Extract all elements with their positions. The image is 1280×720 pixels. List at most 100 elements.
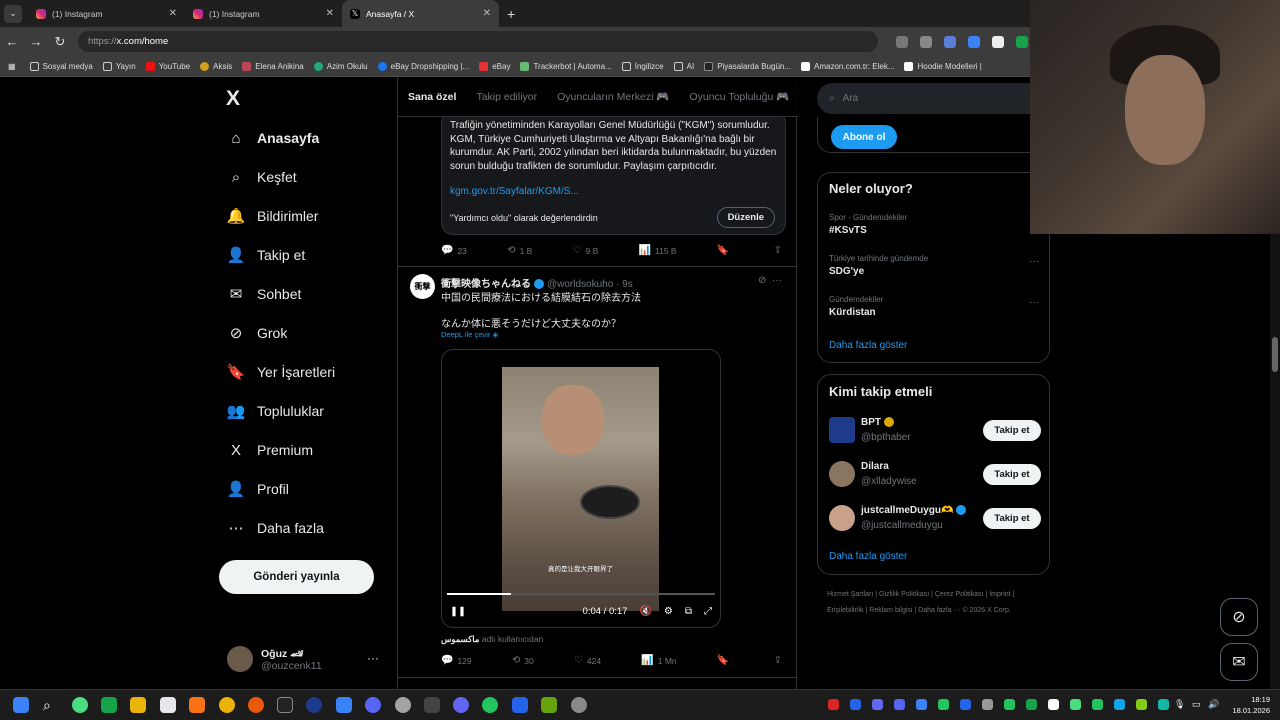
bookmark-item[interactable]: eBay Dropshipping |...	[377, 61, 469, 71]
trend-item[interactable]: Gündemdekiler Kürdistan ···	[829, 295, 1039, 318]
trend-item[interactable]: Türkiye tarihinde gündemde SDG'ye ···	[829, 254, 1039, 277]
bookmark-button[interactable]: 🔖	[717, 245, 733, 256]
close-icon[interactable]: ✕	[326, 8, 334, 19]
follow-button[interactable]: Takip et	[983, 508, 1041, 529]
install-icon[interactable]	[896, 35, 908, 48]
tray-icon[interactable]	[872, 699, 883, 710]
bookmark-button[interactable]: 🔖	[717, 655, 733, 666]
app-icon[interactable]	[541, 697, 557, 713]
video-progress[interactable]	[447, 593, 715, 595]
share-button[interactable]: ⇪	[774, 655, 786, 666]
more-icon[interactable]: ···	[1029, 256, 1039, 267]
app-icon[interactable]	[571, 697, 587, 713]
trends-show-more-link[interactable]: Daha fazla göster	[829, 340, 907, 351]
search-icon[interactable]: ⌕	[43, 697, 59, 713]
tray-icon[interactable]	[1158, 699, 1169, 710]
share-button[interactable]: ⇪	[774, 245, 786, 256]
tray-icon[interactable]	[960, 699, 971, 710]
more-icon[interactable]: ···	[1029, 297, 1039, 308]
reply-button[interactable]: 💬 23	[441, 245, 467, 256]
steam-icon[interactable]	[306, 697, 322, 713]
messages-float-button[interactable]: ✉	[1220, 643, 1258, 681]
app-icon[interactable]	[395, 697, 411, 713]
epic-games-icon[interactable]	[277, 697, 293, 713]
repost-button[interactable]: ⟲ 30	[512, 655, 534, 666]
more-icon[interactable]: ···	[772, 275, 782, 286]
microphone-icon[interactable]: 🎙	[1174, 699, 1185, 710]
bookmark-item[interactable]: Azim Okulu	[313, 61, 368, 71]
tray-icon[interactable]	[982, 699, 993, 710]
tray-icon[interactable]	[1070, 699, 1081, 710]
app-icon[interactable]	[424, 697, 440, 713]
sidebar-item-home[interactable]: ⌂ Anasayfa	[227, 129, 319, 147]
bookmark-item[interactable]: Amazon.com.tr: Elek...	[801, 61, 894, 71]
sidebar-item-profile[interactable]: 👤 Profil	[227, 480, 289, 498]
xbox-icon[interactable]	[101, 697, 117, 713]
search-input[interactable]: ⌕ Ara	[817, 83, 1050, 114]
tray-icon[interactable]	[1114, 699, 1125, 710]
tab-search-icon[interactable]: ⌄	[4, 4, 22, 23]
settings-icon[interactable]: ⚙	[664, 606, 673, 617]
pip-icon[interactable]: ⧉	[685, 606, 692, 617]
folder-icon[interactable]	[130, 697, 146, 713]
reload-icon[interactable]: ↻	[48, 34, 72, 50]
grok-float-button[interactable]: ⊘	[1220, 598, 1258, 636]
bookmark-item[interactable]: Elena Anikina	[242, 61, 304, 71]
new-tab-icon[interactable]: +	[507, 6, 515, 22]
suggested-user[interactable]: Dilara @xlladywise Takip et	[829, 461, 1041, 493]
mute-icon[interactable]: 🔇	[639, 606, 651, 617]
views-button[interactable]: 📊 115 B	[639, 245, 677, 256]
network-icon[interactable]: ▭	[1192, 699, 1203, 710]
trend-item[interactable]: Spor · Gündemdekiler#KSvTS···	[829, 213, 1039, 236]
sidebar-item-premium[interactable]: X Premium	[227, 441, 313, 459]
like-button[interactable]: ♡ 424	[574, 655, 601, 666]
bookmark-item[interactable]: Piyasalarda Bugün...	[704, 61, 791, 71]
tab-gamer-community[interactable]: Oyuncu Topluluğu 🎮	[679, 90, 798, 103]
tray-icon[interactable]	[938, 699, 949, 710]
bookmark-item[interactable]: eBay	[479, 61, 510, 71]
edit-rating-button[interactable]: Düzenle	[716, 206, 775, 228]
translate-link[interactable]: DeepL ile çevir ◈	[441, 330, 498, 339]
bookmark-item[interactable]: Trackerbot | Automa...	[520, 61, 612, 71]
sidebar-item-bookmarks[interactable]: 🔖 Yer İşaretleri	[227, 363, 335, 381]
tray-icon[interactable]	[828, 699, 839, 710]
sidebar-item-notifications[interactable]: 🔔 Bildirimler	[227, 207, 319, 225]
tray-icon[interactable]	[1136, 699, 1147, 710]
bookmark-item[interactable]: İngilizce	[621, 61, 664, 71]
extension-icon[interactable]	[944, 35, 956, 48]
pause-icon[interactable]: ❚❚	[450, 606, 466, 617]
tray-icon[interactable]	[894, 699, 905, 710]
apps-icon[interactable]: ▦	[8, 62, 16, 71]
reply-button[interactable]: 💬 129	[441, 655, 472, 666]
sidebar-item-explore[interactable]: ⌕ Keşfet	[227, 168, 297, 186]
browser-tab[interactable]: (1) Instagram ✕	[28, 0, 185, 27]
windows-start-icon[interactable]	[13, 697, 29, 713]
discord-icon[interactable]	[365, 697, 381, 713]
tab-following[interactable]: Takip ediliyor	[466, 91, 547, 103]
grok-icon[interactable]: ⊘	[758, 275, 766, 286]
follow-button[interactable]: Takip et	[983, 464, 1041, 485]
bookmark-item[interactable]: Aksis	[200, 61, 232, 71]
suggested-user[interactable]: justcallmeDuygu🫶 @justcallmeduygu Takip et	[829, 505, 1041, 537]
app-icon[interactable]	[512, 697, 528, 713]
tray-icon[interactable]	[850, 699, 861, 710]
scrollbar-thumb[interactable]	[1272, 337, 1278, 372]
sidebar-item-grok[interactable]: ⊘ Grok	[227, 324, 288, 342]
app-icon[interactable]	[336, 697, 352, 713]
brave-icon[interactable]	[189, 697, 205, 713]
subscribe-button[interactable]: Abone ol	[831, 125, 897, 149]
tray-icon[interactable]	[1048, 699, 1059, 710]
more-icon[interactable]: ···	[367, 651, 379, 665]
bookmark-item[interactable]: YouTube	[145, 61, 190, 71]
store-icon[interactable]	[160, 697, 176, 713]
url-bar[interactable]: https://x.com/home	[78, 31, 878, 52]
attribution-user[interactable]: ماكسموس	[441, 634, 479, 644]
bookmark-item[interactable]: AI	[673, 61, 694, 71]
app-icon[interactable]	[248, 697, 264, 713]
forward-icon[interactable]: →	[24, 34, 48, 49]
footer-links[interactable]: Hizmet Şartları | Gizlilik Politikası | …	[827, 587, 1047, 619]
video-player[interactable]: 真的是让我大开眼界了 ❚❚ 0:04 / 0:17 🔇 ⚙ ⧉ ⤢	[441, 349, 721, 628]
x-logo-icon[interactable]: X	[226, 87, 240, 111]
back-icon[interactable]: ←	[0, 34, 24, 49]
browser-tab[interactable]: (1) Instagram ✕	[185, 0, 342, 27]
